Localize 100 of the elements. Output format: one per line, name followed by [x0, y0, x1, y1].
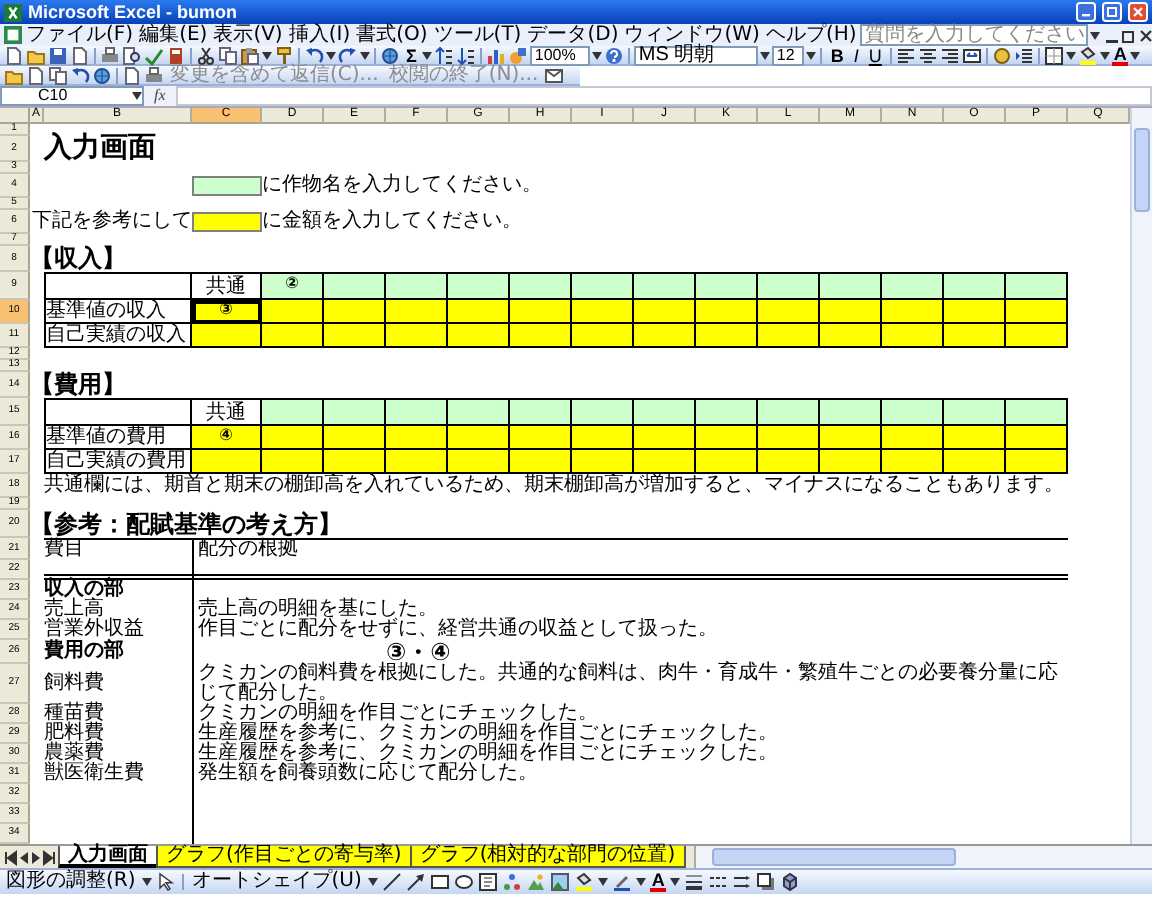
- globe-icon[interactable]: [92, 65, 112, 85]
- dash-style-icon[interactable]: [708, 872, 729, 892]
- dropdown-caret-icon[interactable]: [806, 51, 817, 59]
- sheet-tab[interactable]: グラフ(作目ごとの寄与率): [156, 846, 412, 868]
- dropdown-caret-icon[interactable]: [326, 51, 336, 59]
- menu-item[interactable]: ヘルプ(H): [763, 25, 859, 45]
- underline-button[interactable]: U: [864, 45, 886, 65]
- menu-item[interactable]: 書式(O): [354, 25, 430, 45]
- clip-art-icon[interactable]: [525, 872, 546, 892]
- diagram-icon[interactable]: [501, 872, 522, 892]
- menu-item[interactable]: 挿入(I): [286, 25, 353, 45]
- align-center-icon[interactable]: [917, 45, 938, 65]
- formula-field[interactable]: [175, 86, 1152, 106]
- printer-icon[interactable]: [100, 45, 120, 65]
- borders-icon[interactable]: [1043, 45, 1064, 65]
- sort-ascending-icon[interactable]: [434, 45, 455, 65]
- dropdown-caret-icon[interactable]: [760, 51, 771, 59]
- menu-item[interactable]: 表示(V): [211, 25, 285, 45]
- table-cell[interactable]: [192, 324, 262, 348]
- bold-button[interactable]: B: [826, 45, 848, 65]
- sort-descending-icon[interactable]: [456, 45, 477, 65]
- dropdown-caret-icon[interactable]: [132, 92, 142, 100]
- dropdown-caret-icon[interactable]: [262, 51, 272, 59]
- redo-icon[interactable]: [338, 45, 358, 65]
- zoom-field[interactable]: 100%: [530, 45, 591, 65]
- dropdown-caret-icon[interactable]: [1130, 51, 1141, 59]
- dropdown-caret-icon[interactable]: [1099, 51, 1110, 59]
- undo-icon[interactable]: [304, 45, 324, 65]
- drawing-icon[interactable]: [508, 45, 529, 65]
- menu-button[interactable]: 図形の調整(R): [4, 872, 138, 892]
- oval-icon[interactable]: [453, 872, 474, 892]
- paste-icon[interactable]: [240, 45, 260, 65]
- function-button[interactable]: fx: [148, 88, 172, 104]
- close-icon[interactable]: [1138, 25, 1155, 45]
- fill-color-icon[interactable]: [573, 872, 594, 892]
- menu-item[interactable]: ウィンドウ(W): [622, 25, 762, 45]
- font-size-field[interactable]: 12: [772, 45, 805, 65]
- cut-icon[interactable]: [196, 45, 216, 65]
- brush-icon[interactable]: [274, 45, 294, 65]
- book-icon[interactable]: [166, 45, 186, 65]
- arrow-style-icon[interactable]: [732, 872, 753, 892]
- minimize-button[interactable]: [1076, 2, 1096, 22]
- dropdown-caret-icon[interactable]: [367, 878, 378, 886]
- dropdown-caret-icon[interactable]: [1090, 31, 1101, 39]
- font-color-button[interactable]: A: [649, 872, 667, 892]
- dropdown-caret-icon[interactable]: [1065, 51, 1076, 59]
- dropdown-caret-icon[interactable]: [422, 51, 433, 59]
- line-icon[interactable]: [381, 872, 402, 892]
- arrow-icon[interactable]: [405, 872, 426, 892]
- menu-item[interactable]: ツール(T): [431, 25, 524, 45]
- copy-icon[interactable]: [218, 45, 238, 65]
- spreadsheet-icon[interactable]: [4, 26, 22, 44]
- text-box-icon[interactable]: [477, 872, 498, 892]
- dropdown-caret-icon[interactable]: [592, 51, 603, 59]
- align-right-icon[interactable]: [939, 45, 960, 65]
- shadow-icon[interactable]: [756, 872, 777, 892]
- font-color-button[interactable]: A: [1111, 45, 1129, 65]
- coin-icon[interactable]: [991, 45, 1012, 65]
- line-style-icon[interactable]: [684, 872, 705, 892]
- rectangle-icon[interactable]: [429, 872, 450, 892]
- horizontal-scrollbar[interactable]: [693, 846, 1152, 868]
- save-icon[interactable]: [48, 45, 68, 65]
- menu-item[interactable]: 編集(E): [137, 25, 210, 45]
- italic-button[interactable]: I: [849, 45, 863, 65]
- sheet-tab[interactable]: 入力画面: [58, 846, 158, 868]
- line-color-icon[interactable]: [611, 872, 632, 892]
- check-icon[interactable]: [144, 45, 164, 65]
- printer-icon[interactable]: [144, 65, 164, 85]
- dropdown-caret-icon[interactable]: [670, 878, 681, 886]
- cube-icon[interactable]: [780, 872, 801, 892]
- vertical-scrollbar[interactable]: [1130, 108, 1152, 844]
- pointer-icon[interactable]: [155, 872, 176, 892]
- undo-icon[interactable]: [70, 65, 90, 85]
- sheet-tab[interactable]: グラフ(相対的な部門の位置): [409, 846, 686, 868]
- menu-button[interactable]: オートシェイプ(U): [189, 872, 364, 892]
- help-search-field[interactable]: 質問を入力してください: [860, 24, 1089, 46]
- maximize-button[interactable]: [1102, 2, 1122, 22]
- menu-item[interactable]: ファイル(F): [24, 25, 136, 45]
- close-button[interactable]: [1128, 2, 1148, 22]
- table-cell[interactable]: [192, 450, 262, 474]
- fill-color-icon[interactable]: [1077, 45, 1098, 65]
- dropdown-caret-icon[interactable]: [141, 878, 152, 886]
- picture-icon[interactable]: [549, 872, 570, 892]
- dropdown-caret-icon[interactable]: [635, 878, 646, 886]
- indent-icon[interactable]: [1013, 45, 1034, 65]
- align-left-icon[interactable]: [895, 45, 916, 65]
- font-field[interactable]: MS 明朝: [634, 45, 759, 65]
- table-cell[interactable]: ④: [192, 426, 262, 450]
- menu-item[interactable]: データ(D): [525, 25, 621, 45]
- copy-icon[interactable]: [48, 65, 68, 85]
- help-icon[interactable]: [604, 45, 625, 65]
- autosum-button[interactable]: Σ: [402, 45, 421, 65]
- dropdown-caret-icon[interactable]: [597, 878, 608, 886]
- print-preview-icon[interactable]: [122, 45, 142, 65]
- restore-icon[interactable]: [1120, 25, 1137, 45]
- globe-icon[interactable]: [380, 45, 400, 65]
- chart-icon[interactable]: [486, 45, 507, 65]
- merge-center-icon[interactable]: [961, 45, 982, 65]
- dropdown-caret-icon[interactable]: [360, 51, 370, 59]
- envelope-icon[interactable]: [544, 65, 565, 85]
